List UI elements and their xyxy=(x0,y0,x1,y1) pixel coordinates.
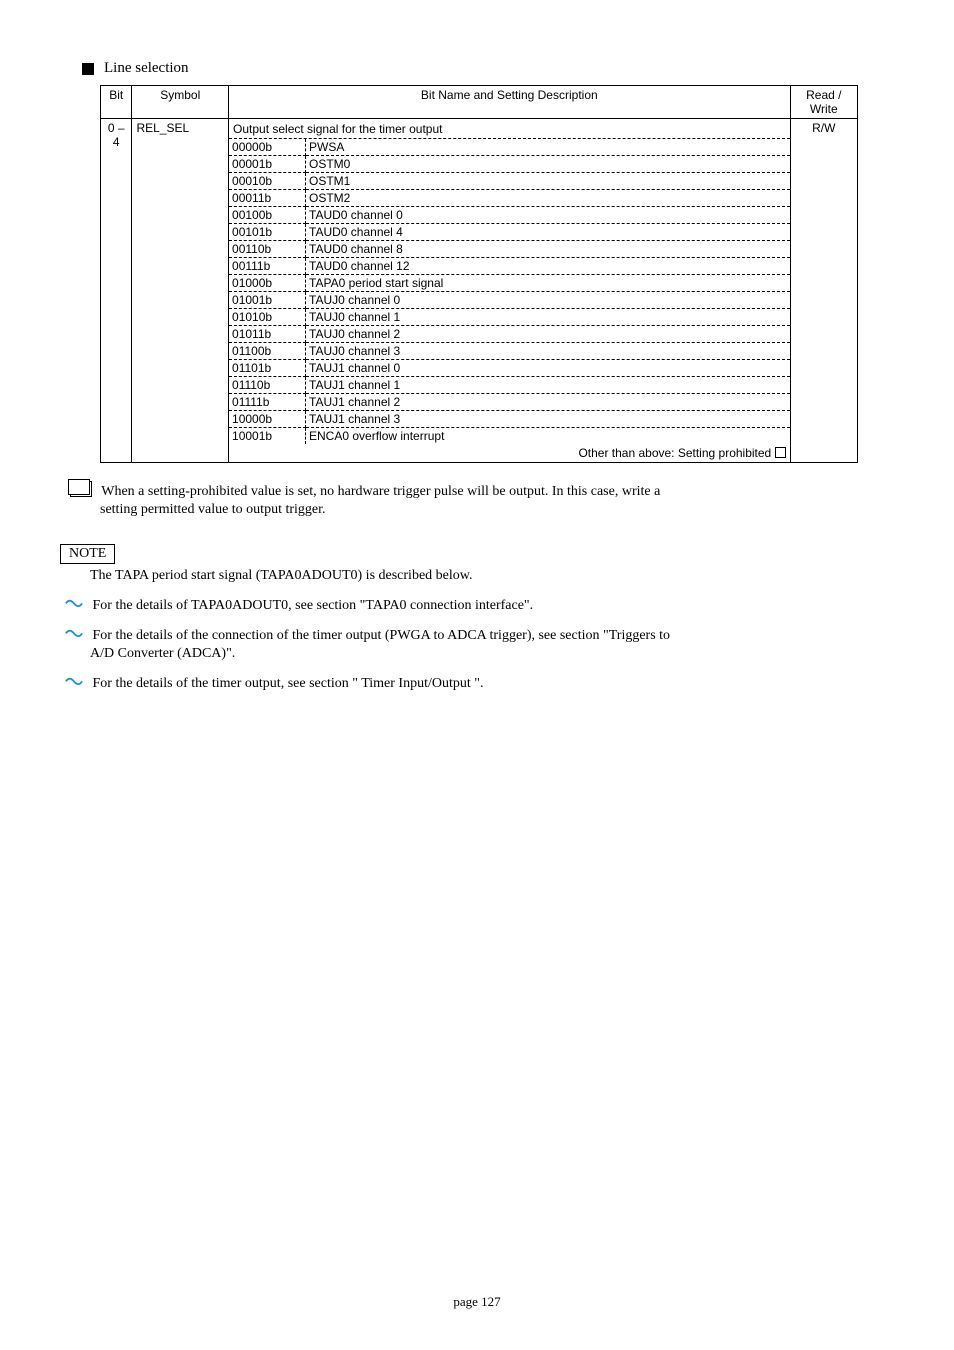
option-desc: TAUD0 channel 12 xyxy=(306,258,790,275)
col-name: Bit Name and Setting Description xyxy=(229,86,791,119)
symbol-value: REL_SEL xyxy=(132,119,229,463)
prohibited-note-cont: setting permitted value to output trigge… xyxy=(100,502,864,518)
option-code: 01100b xyxy=(229,343,306,360)
ref-link-2b[interactable]: A/D Converter (ADCA)". xyxy=(90,646,864,662)
ref-link-3a[interactable]: For the details xyxy=(93,676,173,691)
ref-3-plain2: ". xyxy=(474,676,483,691)
link-row-3: For the details of the timer output, see… xyxy=(90,676,864,692)
option-desc: TAUJ0 channel 3 xyxy=(306,343,790,360)
link-row-2: For the details of the connection of the… xyxy=(90,628,864,644)
reference-icon xyxy=(65,628,83,640)
ref-link-2a[interactable]: For the details of the connection of the… xyxy=(93,628,671,643)
bit-value: 0 – 4 xyxy=(101,119,132,463)
rw-value: R/W xyxy=(790,119,857,463)
option-code: 01000b xyxy=(229,275,306,292)
option-code: 00001b xyxy=(229,156,306,173)
section-title: Line selection xyxy=(104,60,189,77)
option-code: 01001b xyxy=(229,292,306,309)
option-code: 01111b xyxy=(229,394,306,411)
footnote-marker-icon xyxy=(775,447,786,458)
option-code: 01110b xyxy=(229,377,306,394)
option-code: 01011b xyxy=(229,326,306,343)
option-desc: TAUD0 channel 4 xyxy=(306,224,790,241)
note-text: The TAPA period start signal (TAPA0ADOUT… xyxy=(90,568,864,584)
option-code: 00000b xyxy=(229,139,306,156)
options-table: 00000bPWSA00001bOSTM000010bOSTM100011bOS… xyxy=(229,139,790,444)
link-row-1: For the details of TAPA0ADOUT0, see sect… xyxy=(90,598,864,614)
option-code: 10000b xyxy=(229,411,306,428)
col-bit: Bit xyxy=(101,86,132,119)
option-desc: ENCA0 overflow interrupt xyxy=(306,428,790,445)
option-desc: TAPA0 period start signal xyxy=(306,275,790,292)
option-desc: OSTM0 xyxy=(306,156,790,173)
prohibited-note: When a setting-prohibited value is set, … xyxy=(70,481,864,500)
ref-3-plain1: of the timer output, see section " xyxy=(176,676,358,691)
option-code: 00011b xyxy=(229,190,306,207)
option-desc: TAUD0 channel 8 xyxy=(306,241,790,258)
option-code: 00110b xyxy=(229,241,306,258)
option-desc: TAUD0 channel 0 xyxy=(306,207,790,224)
options-cell: Output select signal for the timer outpu… xyxy=(229,119,791,463)
option-code: 10001b xyxy=(229,428,306,445)
option-desc: OSTM1 xyxy=(306,173,790,190)
setting-prohibited: Other than above: Setting prohibited xyxy=(229,444,790,462)
option-code: 00010b xyxy=(229,173,306,190)
note-label: NOTE xyxy=(60,544,115,564)
option-code: 01010b xyxy=(229,309,306,326)
option-desc: TAUJ0 channel 1 xyxy=(306,309,790,326)
option-desc: TAUJ0 channel 2 xyxy=(306,326,790,343)
note-box-icon xyxy=(70,481,92,497)
ref-link-3b[interactable]: Timer Input/Output xyxy=(361,676,471,691)
option-desc: TAUJ0 channel 0 xyxy=(306,292,790,309)
col-rw: Read / Write xyxy=(790,86,857,119)
option-desc: TAUJ1 channel 1 xyxy=(306,377,790,394)
reference-icon xyxy=(65,676,83,688)
option-desc: TAUJ1 channel 3 xyxy=(306,411,790,428)
reference-icon xyxy=(65,598,83,610)
option-code: 00100b xyxy=(229,207,306,224)
options-title: Output select signal for the timer outpu… xyxy=(229,119,790,139)
ref-link-1[interactable]: For the details of TAPA0ADOUT0, see sect… xyxy=(93,598,534,613)
option-code: 00101b xyxy=(229,224,306,241)
option-desc: TAUJ1 channel 0 xyxy=(306,360,790,377)
option-code: 00111b xyxy=(229,258,306,275)
option-desc: OSTM2 xyxy=(306,190,790,207)
option-code: 01101b xyxy=(229,360,306,377)
page-footer: page 127 xyxy=(0,1294,954,1310)
bitfield-table: Bit Symbol Bit Name and Setting Descript… xyxy=(100,85,858,463)
bullet-square-icon xyxy=(82,63,94,75)
col-symbol: Symbol xyxy=(132,86,229,119)
option-desc: PWSA xyxy=(306,139,790,156)
option-desc: TAUJ1 channel 2 xyxy=(306,394,790,411)
